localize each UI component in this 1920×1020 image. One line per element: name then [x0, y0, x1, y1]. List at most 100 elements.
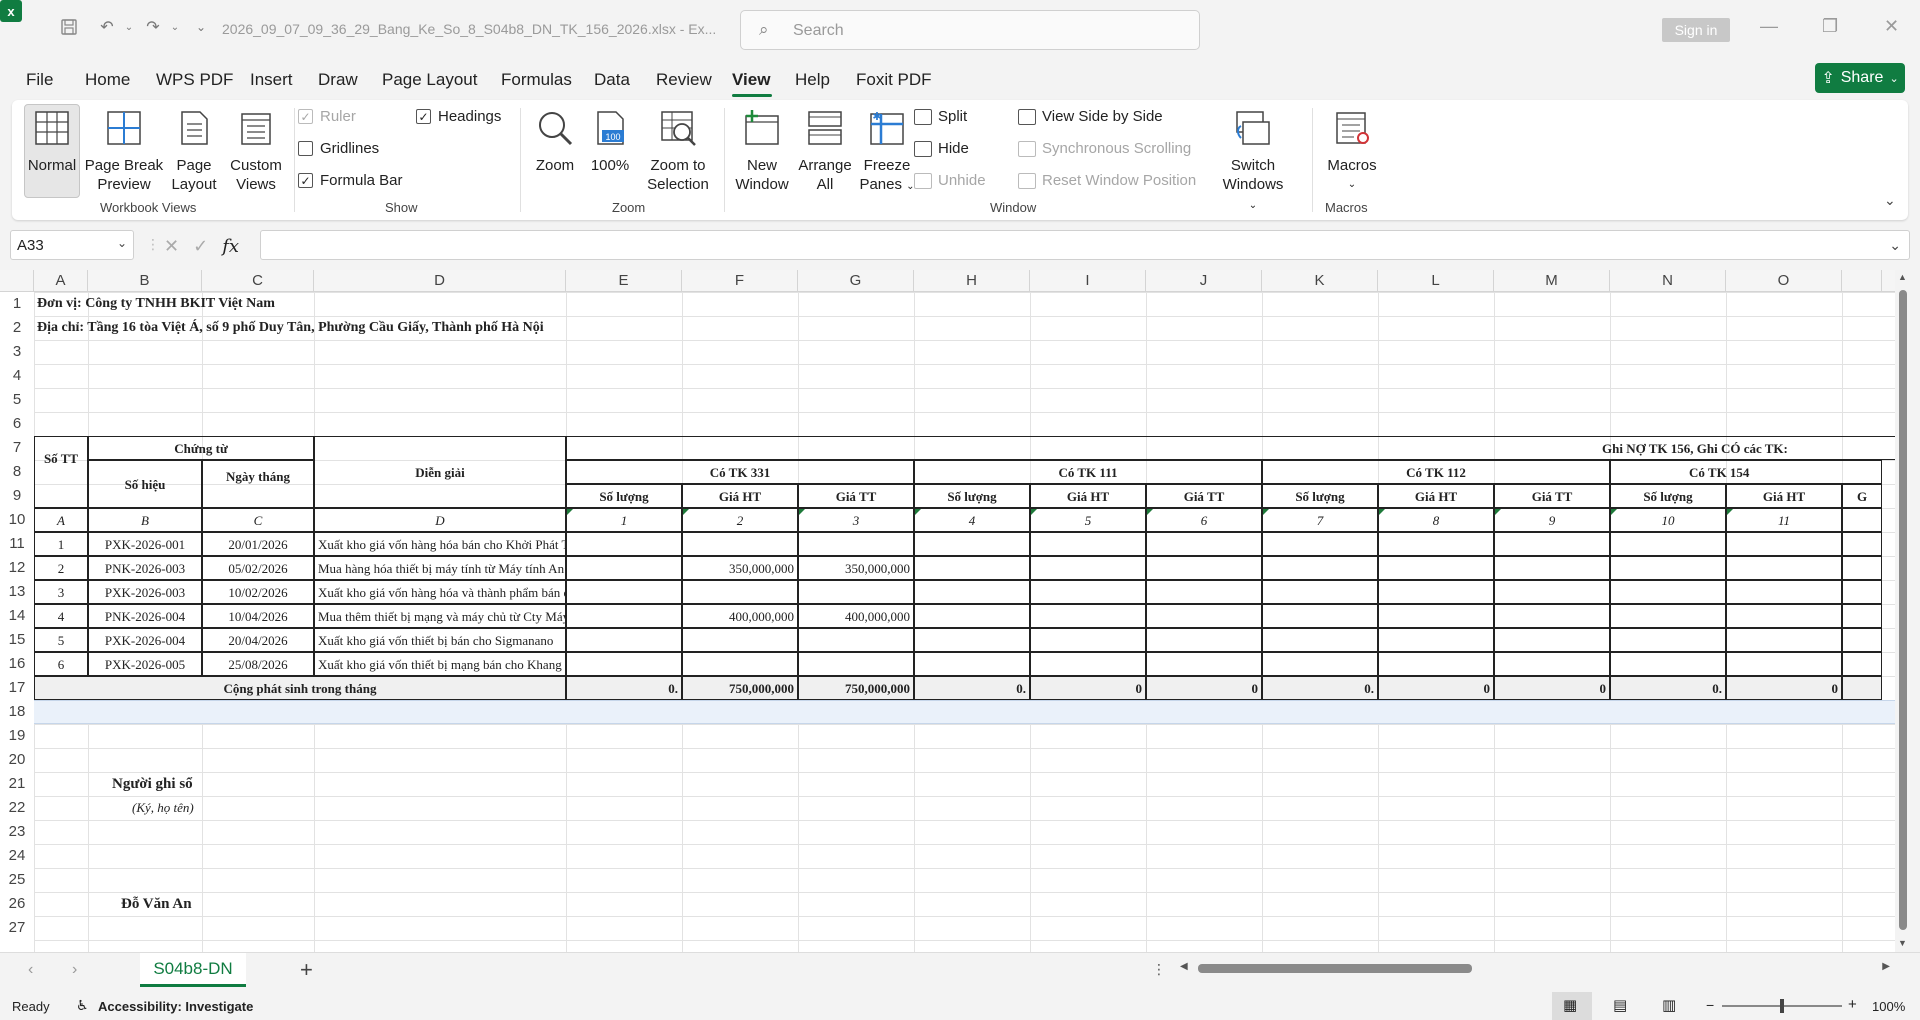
amount-cell[interactable] — [1378, 604, 1494, 628]
total-value-cell[interactable]: 0 — [1726, 676, 1842, 700]
amount-cell[interactable] — [1262, 652, 1378, 676]
total-value-cell[interactable]: 0. — [1610, 676, 1726, 700]
column-index-cell[interactable]: D — [314, 508, 566, 532]
column-index-cell[interactable]: 1 — [566, 508, 682, 532]
total-label-cell[interactable]: Cộng phát sinh trong tháng — [34, 676, 566, 700]
header-chung-tu[interactable]: Chứng từ — [88, 436, 314, 460]
column-header-c[interactable]: C — [202, 270, 314, 292]
amount-cell[interactable] — [682, 532, 798, 556]
row-header-14[interactable]: 14 — [0, 604, 34, 628]
amount-cell[interactable] — [914, 604, 1030, 628]
amount-cell[interactable] — [1726, 652, 1842, 676]
row-header-20[interactable]: 20 — [0, 748, 34, 772]
header-co-111[interactable]: Có TK 111 — [914, 460, 1262, 484]
column-index-cell[interactable]: 5 — [1030, 508, 1146, 532]
page-layout-view-button[interactable]: Page Layout — [166, 108, 222, 194]
amount-cell[interactable] — [1030, 556, 1146, 580]
zoom-level[interactable]: 100% — [1872, 999, 1905, 1014]
quick-access-more-icon[interactable]: ⌄ — [190, 16, 212, 38]
amount-cell[interactable]: 350,000,000 — [682, 556, 798, 580]
so-hieu-cell[interactable]: PNK-2026-003 — [88, 556, 202, 580]
save-icon[interactable] — [58, 16, 80, 38]
total-value-cell[interactable]: 0. — [1262, 676, 1378, 700]
amount-cell[interactable] — [1726, 628, 1842, 652]
formula-bar-checkbox[interactable]: ✓ Formula Bar — [298, 172, 403, 189]
next-sheet-icon[interactable]: › — [72, 961, 77, 979]
column-header-a[interactable]: A — [34, 270, 88, 292]
zoom-to-selection-button[interactable]: Zoom to Selection — [638, 108, 718, 194]
tab-help[interactable]: Help — [795, 70, 830, 90]
zoom-slider-thumb[interactable] — [1780, 999, 1784, 1013]
column-header-i[interactable]: I — [1030, 270, 1146, 292]
row-header-12[interactable]: 12 — [0, 556, 34, 580]
page-layout-view-icon[interactable]: ▤ — [1613, 996, 1627, 1014]
stt-cell[interactable]: 4 — [34, 604, 88, 628]
ruler-checkbox[interactable]: ✓ Ruler — [298, 108, 356, 125]
tab-review[interactable]: Review — [656, 70, 712, 90]
header-gia-tt[interactable]: Giá TT — [1146, 484, 1262, 508]
dien-giai-cell[interactable]: Xuất kho giá vốn thiết bị bán cho Sigman… — [314, 628, 566, 652]
row-header-1[interactable]: 1 — [0, 292, 34, 316]
total-value-cell[interactable]: 0 — [1146, 676, 1262, 700]
column-header-l[interactable]: L — [1378, 270, 1494, 292]
undo-icon[interactable]: ↶ — [96, 16, 118, 38]
row-header-11[interactable]: 11 — [0, 532, 34, 556]
company-address-cell[interactable]: Địa chỉ: Tầng 16 tòa Việt Á, số 9 phố Du… — [34, 316, 934, 340]
search-input[interactable]: ⌕ Search — [740, 10, 1200, 50]
amount-cell[interactable] — [566, 628, 682, 652]
stt-cell[interactable]: 2 — [34, 556, 88, 580]
row-header-24[interactable]: 24 — [0, 844, 34, 868]
amount-cell[interactable] — [1146, 628, 1262, 652]
vertical-scrollbar[interactable]: ▲ ▼ — [1896, 270, 1910, 952]
amount-cell[interactable] — [566, 532, 682, 556]
tab-formulas[interactable]: Formulas — [501, 70, 572, 90]
amount-cell[interactable] — [1378, 652, 1494, 676]
tab-file[interactable]: File — [26, 70, 53, 90]
dien-giai-cell[interactable]: Mua thêm thiết bị mạng và máy chủ từ Cty… — [314, 604, 637, 628]
header-gia-tt[interactable]: Giá TT — [798, 484, 914, 508]
header-ngay-thang[interactable]: Ngày tháng — [202, 460, 314, 508]
ngay-cell[interactable]: 20/01/2026 — [202, 532, 314, 556]
stt-cell[interactable]: 1 — [34, 532, 88, 556]
header-gia-ht[interactable]: Giá HT — [1726, 484, 1842, 508]
amount-cell[interactable] — [798, 652, 914, 676]
header-partial[interactable]: G — [1842, 484, 1882, 508]
amount-cell[interactable] — [1494, 652, 1610, 676]
row-header-16[interactable]: 16 — [0, 652, 34, 676]
row-header-5[interactable]: 5 — [0, 388, 34, 412]
amount-cell[interactable] — [1262, 532, 1378, 556]
dien-giai-cell[interactable]: Xuất kho giá vốn hàng hóa bán cho Khởi P… — [314, 532, 623, 556]
amount-cell[interactable] — [1726, 580, 1842, 604]
amount-cell[interactable] — [914, 580, 1030, 604]
amount-cell[interactable]: 400,000,000 — [798, 604, 914, 628]
header-so-luong[interactable]: Số lượng — [914, 484, 1030, 508]
total-value-cell[interactable]: 750,000,000 — [798, 676, 914, 700]
row-header-19[interactable]: 19 — [0, 724, 34, 748]
tab-insert[interactable]: Insert — [250, 70, 293, 90]
amount-cell[interactable] — [1146, 532, 1262, 556]
tab-view[interactable]: View — [732, 70, 770, 90]
new-window-button[interactable]: New Window — [730, 108, 794, 194]
column-index-cell[interactable]: 3 — [798, 508, 914, 532]
amount-cell[interactable] — [1146, 556, 1262, 580]
macros-button[interactable]: Macros ⌄ — [1320, 108, 1384, 194]
scroll-up-icon[interactable]: ▲ — [1898, 272, 1907, 282]
total-value-cell[interactable]: 0 — [1378, 676, 1494, 700]
amount-cell[interactable] — [1494, 556, 1610, 580]
redo-dropdown-icon[interactable]: ⌄ — [164, 16, 186, 38]
column-header-n[interactable]: N — [1610, 270, 1726, 292]
row-header-26[interactable]: 26 — [0, 892, 34, 916]
zoom-button[interactable]: Zoom — [530, 108, 580, 175]
header-so-luong[interactable]: Số lượng — [1262, 484, 1378, 508]
dien-giai-cell[interactable]: Mua hàng hóa thiết bị máy tính từ Máy tí… — [314, 556, 590, 580]
sheet-tab-s04b8-dn[interactable]: S04b8-DN — [140, 953, 246, 987]
column-header-g[interactable]: G — [798, 270, 914, 292]
signer-note-cell[interactable]: (Ký, họ tên) — [88, 796, 288, 820]
row-header-22[interactable]: 22 — [0, 796, 34, 820]
minimize-icon[interactable]: — — [1760, 16, 1778, 37]
amount-cell[interactable] — [1030, 532, 1146, 556]
amount-cell[interactable] — [1494, 532, 1610, 556]
column-index-cell[interactable]: 7 — [1262, 508, 1378, 532]
amount-cell[interactable] — [1842, 628, 1882, 652]
reset-window-position-button[interactable]: Reset Window Position — [1018, 172, 1196, 189]
